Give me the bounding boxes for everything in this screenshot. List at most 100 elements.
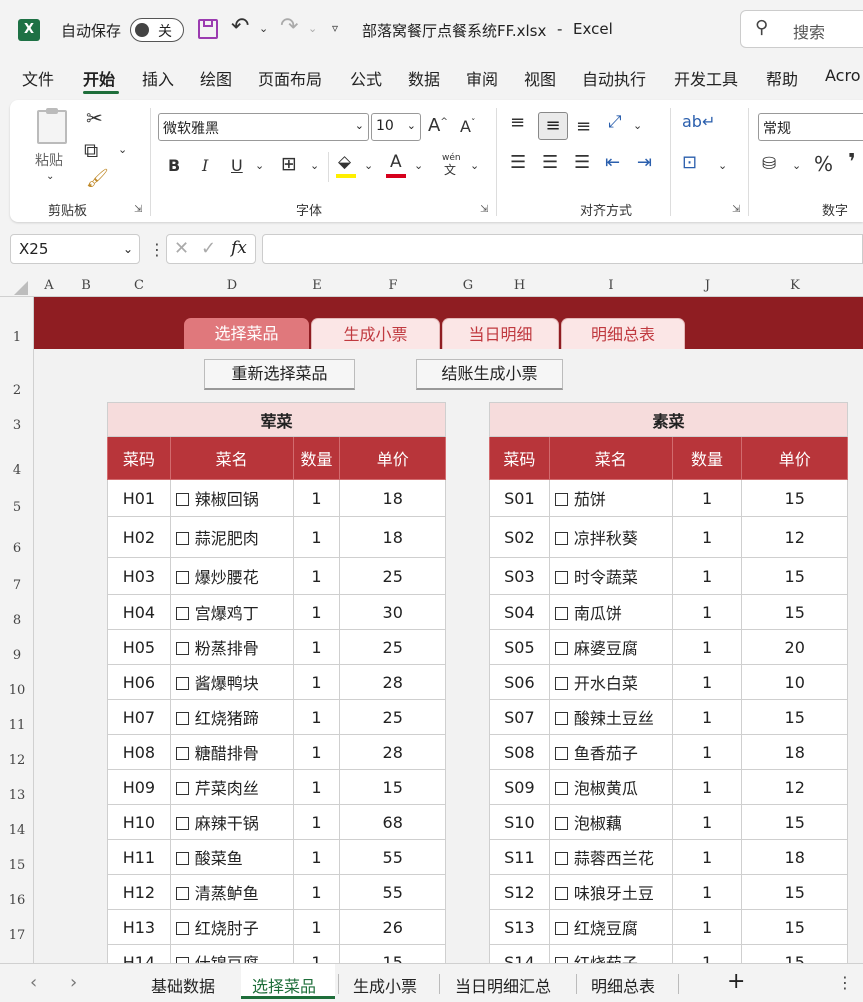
- align-top-icon[interactable]: ≡: [510, 114, 525, 132]
- menu-draw[interactable]: 绘图: [200, 66, 232, 90]
- format-painter-icon[interactable]: 🖌: [86, 170, 109, 188]
- customize-toolbar-icon[interactable]: ▿: [332, 21, 338, 35]
- dish-checkbox[interactable]: [554, 887, 568, 900]
- scroll-tabs-right-icon[interactable]: ›: [70, 972, 77, 993]
- autosave-toggle[interactable]: 关: [130, 18, 184, 42]
- align-left-icon[interactable]: ☰: [510, 154, 526, 172]
- dish-checkbox[interactable]: [175, 532, 189, 545]
- row-header[interactable]: 5: [0, 500, 34, 515]
- col-header-f[interactable]: F: [340, 275, 446, 297]
- row-header[interactable]: 13: [0, 788, 34, 803]
- dish-checkbox[interactable]: [554, 712, 568, 725]
- alignment-launcher-icon[interactable]: ⇲: [732, 204, 740, 215]
- redo-dropdown-icon[interactable]: ⌄: [308, 22, 317, 35]
- dish-checkbox[interactable]: [554, 817, 568, 830]
- menu-insert[interactable]: 插入: [142, 66, 174, 90]
- undo-icon[interactable]: ↶: [231, 14, 249, 39]
- checkout-receipt-button[interactable]: 结账生成小票: [416, 359, 563, 390]
- dish-checkbox[interactable]: [175, 712, 189, 725]
- font-color-icon[interactable]: A: [390, 154, 402, 171]
- italic-button[interactable]: I: [202, 158, 208, 174]
- number-format-select[interactable]: 常规: [758, 113, 863, 141]
- col-header-c[interactable]: C: [108, 275, 170, 297]
- dish-checkbox[interactable]: [175, 607, 189, 620]
- align-right-icon[interactable]: ☰: [574, 154, 590, 172]
- menu-help[interactable]: 帮助: [766, 66, 798, 90]
- select-all-icon[interactable]: [14, 281, 28, 295]
- col-header-e[interactable]: E: [294, 275, 340, 297]
- menu-automate[interactable]: 自动执行: [582, 66, 646, 90]
- dish-checkbox[interactable]: [554, 922, 568, 935]
- underline-button[interactable]: U: [231, 158, 243, 174]
- row-header[interactable]: 16: [0, 893, 34, 908]
- row-header[interactable]: 11: [0, 718, 34, 733]
- fill-color-dropdown-icon[interactable]: ⌄: [364, 160, 373, 171]
- sheet-tab-daily-summary[interactable]: 当日明细汇总: [455, 973, 551, 997]
- underline-dropdown-icon[interactable]: ⌄: [255, 160, 264, 171]
- currency-icon[interactable]: ⛁: [762, 156, 776, 173]
- increase-font-icon[interactable]: A^: [428, 117, 448, 135]
- row-header[interactable]: 14: [0, 823, 34, 838]
- enter-icon[interactable]: ✓: [201, 238, 216, 259]
- cut-icon[interactable]: ✂: [86, 108, 103, 128]
- menu-formulas[interactable]: 公式: [350, 66, 382, 90]
- merge-dropdown-icon[interactable]: ⌄: [718, 160, 727, 171]
- borders-dropdown-icon[interactable]: ⌄: [310, 160, 319, 171]
- dish-checkbox[interactable]: [175, 817, 189, 830]
- dish-checkbox[interactable]: [175, 922, 189, 935]
- increase-indent-icon[interactable]: ⇥: [637, 154, 652, 172]
- dish-checkbox[interactable]: [554, 493, 568, 506]
- row-header[interactable]: 4: [0, 463, 34, 478]
- menu-home[interactable]: 开始: [83, 66, 115, 90]
- col-header-k[interactable]: K: [742, 275, 848, 297]
- col-header-a[interactable]: A: [34, 275, 64, 297]
- decrease-font-icon[interactable]: Aˇ: [460, 119, 475, 135]
- sheet-tab-basic-data[interactable]: 基础数据: [151, 973, 215, 997]
- sheet-tab-select-dishes[interactable]: 选择菜品: [252, 973, 316, 997]
- font-launcher-icon[interactable]: ⇲: [480, 204, 488, 215]
- col-header-g[interactable]: G: [446, 275, 490, 297]
- row-header[interactable]: 17: [0, 928, 34, 943]
- dish-checkbox[interactable]: [175, 747, 189, 760]
- dish-checkbox[interactable]: [554, 852, 568, 865]
- dish-checkbox[interactable]: [554, 782, 568, 795]
- insert-function-button[interactable]: fx: [231, 238, 247, 258]
- decrease-indent-icon[interactable]: ⇤: [605, 154, 620, 172]
- menu-data[interactable]: 数据: [408, 66, 440, 90]
- menu-acrobat[interactable]: Acro: [825, 66, 860, 85]
- percent-button[interactable]: %: [814, 154, 833, 174]
- paste-label[interactable]: 粘贴: [35, 150, 63, 170]
- nav-tab-select-dishes[interactable]: 选择菜品: [184, 318, 309, 349]
- paste-icon[interactable]: [37, 108, 67, 144]
- merge-center-icon[interactable]: ⊡: [682, 154, 697, 172]
- wrap-text-icon[interactable]: ab↵: [682, 114, 715, 130]
- row-header[interactable]: 9: [0, 648, 34, 663]
- reselect-dishes-button[interactable]: 重新选择菜品: [204, 359, 355, 390]
- row-header[interactable]: 2: [0, 383, 34, 398]
- align-center-icon[interactable]: ☰: [542, 154, 558, 172]
- save-icon[interactable]: [198, 19, 218, 39]
- dish-checkbox[interactable]: [175, 782, 189, 795]
- bold-button[interactable]: B: [168, 158, 180, 174]
- dish-checkbox[interactable]: [175, 677, 189, 690]
- phonetic-icon[interactable]: 文: [444, 164, 456, 176]
- row-header[interactable]: 1: [0, 330, 34, 345]
- clipboard-launcher-icon[interactable]: ⇲: [134, 204, 142, 215]
- dish-checkbox[interactable]: [175, 852, 189, 865]
- nav-tab-generate-receipt[interactable]: 生成小票: [311, 318, 440, 349]
- row-header[interactable]: 15: [0, 858, 34, 873]
- orientation-dropdown-icon[interactable]: ⌄: [633, 120, 642, 131]
- more-tabs-icon[interactable]: ⋮: [837, 973, 853, 992]
- dish-checkbox[interactable]: [554, 747, 568, 760]
- row-header[interactable]: 10: [0, 683, 34, 698]
- currency-dropdown-icon[interactable]: ⌄: [792, 160, 801, 171]
- dish-checkbox[interactable]: [175, 642, 189, 655]
- phonetic-top[interactable]: wén: [442, 154, 461, 163]
- dish-checkbox[interactable]: [554, 677, 568, 690]
- undo-dropdown-icon[interactable]: ⌄: [259, 22, 268, 35]
- orientation-icon[interactable]: ⤢: [608, 114, 622, 131]
- menu-review[interactable]: 审阅: [466, 66, 498, 90]
- nav-tab-daily-detail[interactable]: 当日明细: [442, 318, 559, 349]
- font-size-select[interactable]: 10 ⌄: [371, 113, 421, 141]
- cancel-icon[interactable]: ✕: [174, 238, 189, 259]
